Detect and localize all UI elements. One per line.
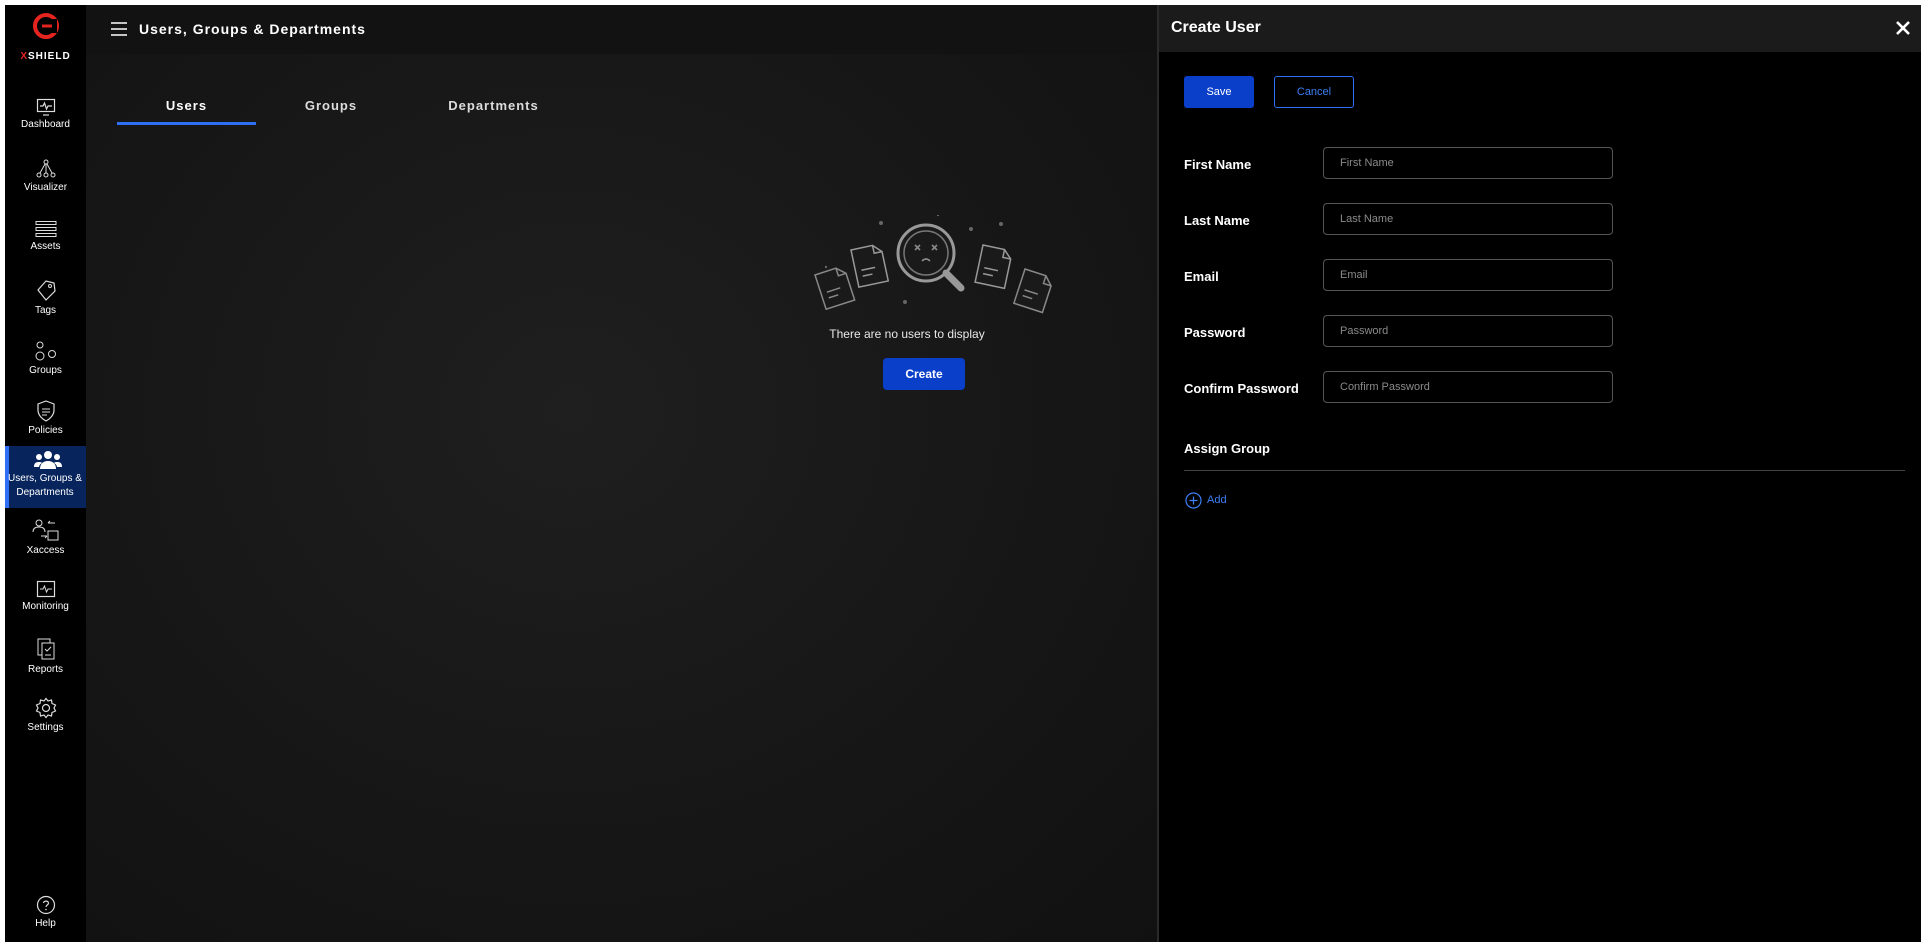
- help-label: Help: [35, 918, 56, 929]
- sidebar-item-label: Settings: [27, 722, 64, 733]
- save-button[interactable]: Save: [1184, 76, 1254, 108]
- assets-icon: [35, 221, 56, 237]
- logo[interactable]: XSHIELD: [5, 13, 86, 62]
- monitoring-icon: [36, 580, 55, 598]
- groups-icon: [35, 341, 56, 361]
- drawer-header: Create User: [1159, 5, 1921, 52]
- first-name-field[interactable]: [1323, 147, 1613, 179]
- dashboard-icon: [36, 98, 55, 116]
- last-name-label: Last Name: [1184, 213, 1250, 228]
- password-label: Password: [1184, 325, 1246, 340]
- help-button[interactable]: Help: [5, 895, 86, 935]
- confirm-password-label: Confirm Password: [1184, 381, 1299, 396]
- xaccess-icon: [32, 519, 58, 541]
- sidebar-item-label: Dashboard: [21, 119, 70, 130]
- hamburger-menu-icon[interactable]: [110, 20, 128, 38]
- sidebar-item-label: Policies: [28, 425, 63, 436]
- last-name-field[interactable]: [1323, 203, 1613, 235]
- divider: [1184, 470, 1905, 471]
- app-window: XSHIELD Dashboard Visualizer Assets Tags…: [5, 5, 1921, 942]
- email-label: Email: [1184, 269, 1219, 284]
- tag-icon: [36, 280, 56, 301]
- sidebar-item-label: Tags: [34, 305, 57, 316]
- sidebar-item-label: Monitoring: [22, 601, 69, 612]
- gear-icon: [35, 697, 56, 719]
- cancel-button[interactable]: Cancel: [1274, 76, 1354, 108]
- brand-name: XSHIELD: [5, 51, 86, 62]
- drawer-title: Create User: [1171, 19, 1261, 36]
- sidebar-item-label: Reports: [27, 664, 63, 675]
- sidebar-item-label: Xaccess: [26, 545, 65, 556]
- add-group-button[interactable]: Add: [1185, 490, 1227, 510]
- xshield-logo-icon: [32, 13, 59, 39]
- first-name-label: First Name: [1184, 157, 1252, 172]
- sidebar-item-label: Visualizer: [23, 182, 68, 193]
- sidebar-item-monitoring[interactable]: Monitoring: [5, 580, 86, 638]
- plus-circle-icon: [1185, 491, 1202, 509]
- tab-departments[interactable]: Departments: [426, 98, 561, 122]
- visualizer-icon: [36, 159, 55, 178]
- brand-name-x: X: [20, 51, 28, 62]
- sidebar-item-xaccess[interactable]: Xaccess: [5, 518, 86, 576]
- sidebar-item-reports[interactable]: Reports: [5, 637, 86, 695]
- shield-icon: [36, 400, 55, 422]
- users-icon: [33, 451, 62, 469]
- sidebar-item-visualizer[interactable]: Visualizer: [5, 159, 86, 217]
- assign-group-heading: Assign Group: [1184, 441, 1270, 456]
- sidebar-item-label: Users, Groups & Departments: [8, 473, 82, 498]
- empty-state-illustration: [814, 215, 1052, 314]
- create-button[interactable]: Create: [883, 358, 965, 390]
- email-field[interactable]: [1323, 259, 1613, 291]
- brand-name-rest: SHIELD: [28, 51, 71, 62]
- add-label: Add: [1207, 494, 1227, 506]
- create-user-drawer: Create User Save Cancel First Name Last …: [1157, 5, 1921, 942]
- page-title: Users, Groups & Departments: [139, 21, 366, 37]
- password-field[interactable]: [1323, 315, 1613, 347]
- reports-icon: [37, 638, 54, 660]
- sidebar-item-settings[interactable]: Settings: [5, 697, 86, 755]
- active-tab-indicator: [117, 122, 256, 125]
- help-icon: [36, 895, 55, 915]
- sidebar-item-groups[interactable]: Groups: [5, 340, 86, 398]
- empty-state-message: There are no users to display: [829, 327, 985, 341]
- main-content: Users Groups Departments: [86, 54, 1163, 942]
- sidebar: XSHIELD Dashboard Visualizer Assets Tags…: [5, 5, 86, 942]
- sidebar-item-label: Assets: [30, 241, 61, 252]
- sidebar-item-dashboard[interactable]: Dashboard: [5, 98, 86, 156]
- confirm-password-field[interactable]: [1323, 371, 1613, 403]
- close-icon[interactable]: [1893, 18, 1913, 38]
- tab-groups[interactable]: Groups: [286, 98, 376, 122]
- sidebar-item-tags[interactable]: Tags: [5, 278, 86, 336]
- sidebar-item-users-groups-departments[interactable]: Users, Groups & Departments: [5, 446, 86, 508]
- sidebar-item-assets[interactable]: Assets: [5, 220, 86, 278]
- sidebar-item-label: Groups: [29, 365, 62, 376]
- tab-users[interactable]: Users: [117, 98, 256, 122]
